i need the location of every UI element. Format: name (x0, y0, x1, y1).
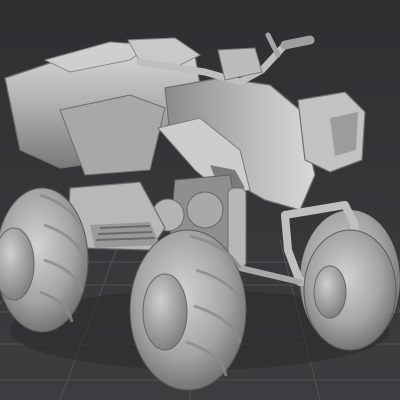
front-right-tire (303, 229, 397, 351)
3d-viewport[interactable] (0, 0, 400, 400)
rear-left-tire (0, 187, 89, 333)
scene-canvas[interactable] (0, 0, 400, 400)
front-left-tire (129, 229, 247, 391)
